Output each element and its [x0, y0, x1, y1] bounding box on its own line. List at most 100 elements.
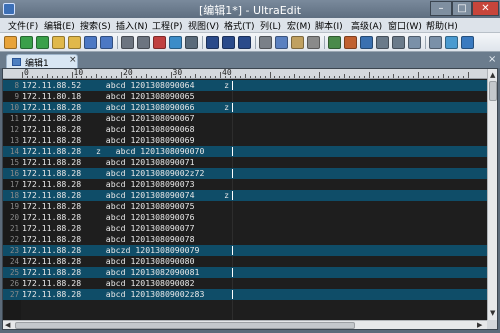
maximize-button[interactable]: □ [452, 1, 472, 16]
copy-icon[interactable] [275, 36, 288, 49]
code-line[interactable]: 11 172.11.88.28 abcd 1201308090067 [3, 113, 487, 124]
code-line[interactable]: 13 172.11.88.28 abcd 1201308090069 [3, 135, 487, 146]
line-text[interactable]: 172.11.88.28 abcd 1201308090071 [22, 157, 195, 168]
close-button[interactable]: ✕ [472, 1, 499, 16]
vertical-scrollbar[interactable]: ▲ ▼ [487, 69, 497, 320]
menu-project[interactable]: 工程(P) [152, 19, 182, 32]
menu-script[interactable]: 脚本(I) [315, 19, 343, 32]
code-line[interactable]: 22 172.11.88.28 abcd 1201308090078 [3, 234, 487, 245]
scroll-down-icon[interactable]: ▼ [490, 309, 495, 317]
column-caret [232, 103, 233, 112]
code-line[interactable]: 9 172.11.80.18 abcd 1201308090065 [3, 91, 487, 102]
clipboard-icon[interactable] [307, 36, 320, 49]
code-line[interactable]: 20 172.11.88.28 abcd 1201308090076 [3, 212, 487, 223]
minimize-button[interactable]: – [430, 1, 452, 16]
menu-search[interactable]: 搜索(S) [80, 19, 111, 32]
find-icon[interactable] [206, 36, 219, 49]
browser-icon[interactable] [461, 36, 474, 49]
tab-close-icon[interactable]: × [69, 55, 77, 65]
menu-column[interactable]: 列(L) [260, 19, 281, 32]
line-text[interactable]: 172.11.88.28 abcd 120130809002z83 [22, 289, 204, 300]
vertical-scroll-thumb[interactable] [489, 81, 497, 101]
menu-edit[interactable]: 编辑(E) [44, 19, 75, 32]
code-line[interactable]: 12 172.11.88.28 abcd 1201308090068 [3, 124, 487, 135]
code-line[interactable]: 14 172.11.88.28 z abcd 1201308090070 [3, 146, 487, 157]
folder-icon[interactable] [68, 36, 81, 49]
line-text[interactable]: 172.11.88.28 abczd 1201308090079 [22, 245, 199, 256]
horizontal-scroll-thumb[interactable] [15, 322, 355, 329]
horizontal-scrollbar[interactable]: ◀ ▶ [3, 320, 487, 329]
new-file-icon[interactable] [4, 36, 17, 49]
code-line[interactable]: 17 172.11.88.28 abcd 1201308090073 [3, 179, 487, 190]
code-line[interactable]: 21 172.11.88.28 abcd 1201308090077 [3, 223, 487, 234]
menu-bar: 文件(F) 编辑(E) 搜索(S) 插入(N) 工程(P) 视图(V) 格式(T… [0, 18, 500, 33]
code-line[interactable]: 16 172.11.88.28 abcd 120130809002z72 [3, 168, 487, 179]
line-text[interactable]: 172.11.88.28 abcd 1201308090069 [22, 135, 195, 146]
ruler-tick [145, 74, 147, 78]
code-line[interactable]: 26 172.11.88.28 abcd 1201308090082 [3, 278, 487, 289]
print-icon[interactable] [121, 36, 134, 49]
window-icon[interactable] [408, 36, 421, 49]
hex-icon[interactable] [185, 36, 198, 49]
menu-file[interactable]: 文件(F) [8, 19, 38, 32]
line-text[interactable]: 172.11.88.28 abcd 1201308090078 [22, 234, 195, 245]
line-text[interactable]: 172.11.88.28 abcd 1201308090067 [22, 113, 195, 124]
forward-icon[interactable] [36, 36, 49, 49]
code-line[interactable]: 8 172.11.88.52 abcd 1201308090064 z [3, 80, 487, 91]
menu-help[interactable]: 帮助(H) [426, 19, 458, 32]
code-line[interactable]: 23 172.11.88.28 abczd 1201308090079 [3, 245, 487, 256]
paste-icon[interactable] [291, 36, 304, 49]
cut-icon[interactable] [259, 36, 272, 49]
line-text[interactable]: 172.11.88.52 abcd 1201308090064 z [22, 80, 229, 91]
menu-insert[interactable]: 插入(N) [116, 19, 148, 32]
line-text[interactable]: 172.11.88.28 abcd 1201308090066 z [22, 102, 229, 113]
line-text[interactable]: 172.11.88.28 abcd 1201308090068 [22, 124, 195, 135]
compare-icon[interactable] [376, 36, 389, 49]
save-icon[interactable] [84, 36, 97, 49]
line-text[interactable]: 172.11.88.28 abcd 1201308090073 [22, 179, 195, 190]
code-line[interactable]: 18 172.11.88.28 abcd 1201308090074 z [3, 190, 487, 201]
back-icon[interactable] [20, 36, 33, 49]
menu-window[interactable]: 窗口(W) [388, 19, 422, 32]
close-all-icon[interactable]: × [488, 54, 496, 65]
line-text[interactable]: 172.11.88.28 abcd 1201308090076 [22, 212, 195, 223]
print-preview-icon[interactable] [137, 36, 150, 49]
html-icon[interactable] [344, 36, 357, 49]
code-line[interactable]: 19 172.11.88.28 abcd 1201308090075 [3, 201, 487, 212]
code-line[interactable]: 24 172.11.88.28 abcd 1201308090080 [3, 256, 487, 267]
code-line[interactable]: 27 172.11.88.28 abcd 120130809002z83 [3, 289, 487, 300]
replace-icon[interactable] [238, 36, 251, 49]
line-text[interactable]: 172.11.88.28 abcd 120130809002z72 [22, 168, 204, 179]
scroll-right-icon[interactable]: ▶ [477, 321, 482, 329]
column-mode-icon[interactable] [169, 36, 182, 49]
menu-advanced[interactable]: 高级(A) [351, 19, 382, 32]
menu-view[interactable]: 视图(V) [188, 19, 219, 32]
line-text[interactable]: 172.11.80.18 abcd 1201308090065 [22, 91, 195, 102]
menu-format[interactable]: 格式(T) [224, 19, 255, 32]
spellcheck-icon[interactable] [153, 36, 166, 49]
tab-editor-1[interactable]: 编辑1 × [6, 54, 78, 69]
save-all-icon[interactable] [100, 36, 113, 49]
line-text[interactable]: 172.11.88.28 abcd 1201308090075 [22, 201, 195, 212]
line-text[interactable]: 172.11.88.28 abcd 12013082090081 [22, 267, 199, 278]
ftp-icon[interactable] [445, 36, 458, 49]
open-icon[interactable] [52, 36, 65, 49]
line-text[interactable]: 172.11.88.28 abcd 1201308090080 [22, 256, 195, 267]
scroll-left-icon[interactable]: ◀ [5, 321, 10, 329]
code-line[interactable]: 10 172.11.88.28 abcd 1201308090066 z [3, 102, 487, 113]
line-text[interactable]: 172.11.88.28 abcd 1201308090082 [22, 278, 195, 289]
settings-icon[interactable] [392, 36, 405, 49]
line-text[interactable]: 172.11.88.28 abcd 1201308090074 z [22, 190, 229, 201]
line-text[interactable]: 172.11.88.28 abcd 1201308090077 [22, 223, 195, 234]
line-number: 20 [9, 213, 19, 222]
editor-pane[interactable]: 0 10 20 30 40 8 172.11.88.52 abcd 12013080900… [2, 68, 498, 330]
split-icon[interactable] [429, 36, 442, 49]
word-wrap-icon[interactable] [328, 36, 341, 49]
code-line[interactable]: 15 172.11.88.28 abcd 1201308090071 [3, 157, 487, 168]
bookmark-icon[interactable] [360, 36, 373, 49]
code-line[interactable]: 25 172.11.88.28 abcd 12013082090081 [3, 267, 487, 278]
scroll-up-icon[interactable]: ▲ [490, 71, 495, 79]
menu-macro[interactable]: 宏(M) [287, 19, 311, 32]
find-next-icon[interactable] [222, 36, 235, 49]
line-text[interactable]: 172.11.88.28 z abcd 1201308090070 [22, 146, 204, 157]
